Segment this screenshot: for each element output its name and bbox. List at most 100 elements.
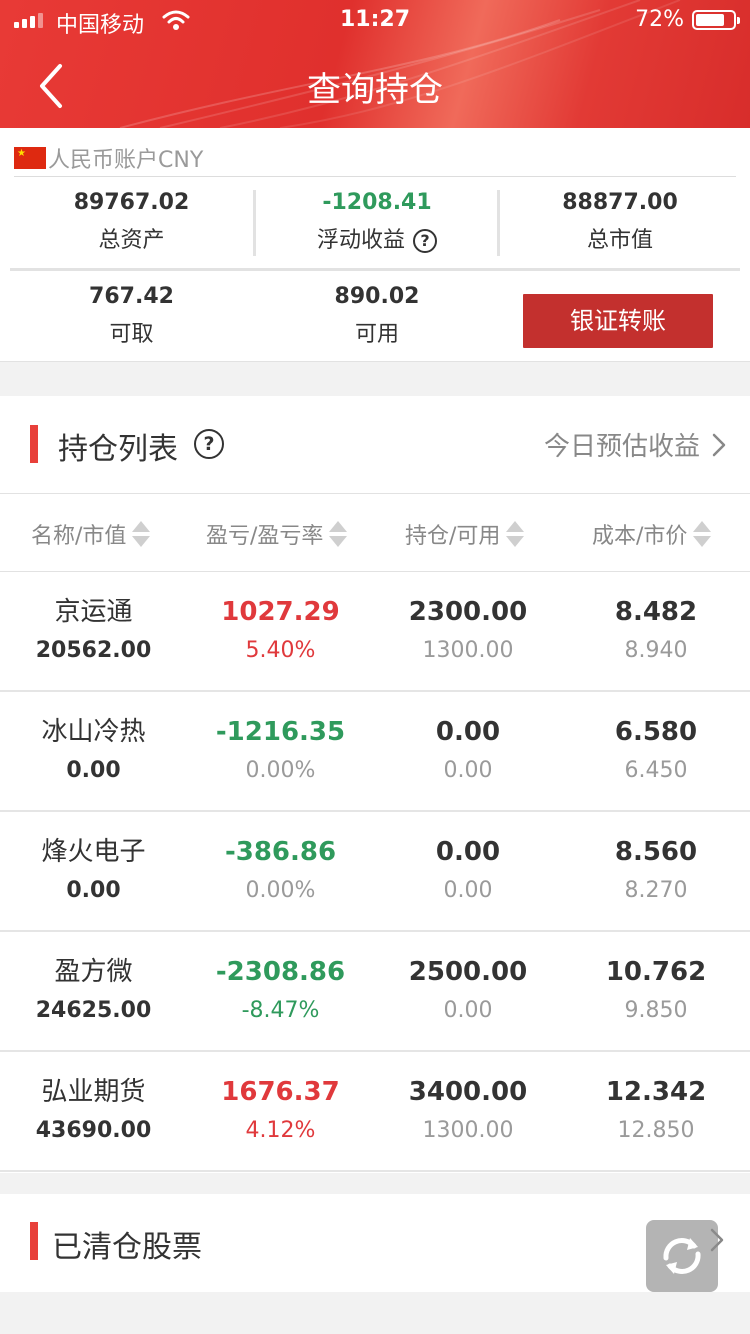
name-cell: 烽火电子 0.00 (0, 834, 187, 909)
available-value: 0.00 (443, 998, 493, 1023)
floating-pnl-label-wrap: 浮动收益? (256, 226, 498, 256)
refresh-button[interactable] (646, 1220, 718, 1292)
cost-price-cell: 10.762 9.850 (562, 954, 750, 1029)
table-row[interactable]: 盈方微 24625.00 -2308.86 -8.47% 2500.00 0.00 10.7… (0, 932, 750, 1052)
page-title: 查询持仓 (307, 70, 443, 110)
status-bar: 中国移动 11:27 72% (0, 0, 750, 40)
column-label: 成本/市价 (592, 524, 688, 549)
total-assets-value: 89767.02 (73, 190, 190, 215)
position-cell: 0.00 0.00 (374, 834, 562, 909)
available-value: 0.00 (443, 758, 493, 783)
market-value: 24625.00 (35, 998, 152, 1023)
market-value: 0.00 (66, 878, 121, 903)
price-value: 9.850 (624, 998, 688, 1023)
pnl-value: -1216.35 (215, 717, 346, 747)
account-panel: ★ 人民币账户CNY 89767.02 总资产 -1208.41 浮动收益? 8… (0, 128, 750, 362)
total-assets-label: 总资产 (98, 228, 165, 253)
pnl-cell: -386.86 0.00% (187, 834, 374, 909)
price-value: 6.450 (624, 758, 688, 783)
cost-price-cell: 8.482 8.940 (562, 594, 750, 669)
name-cell: 弘业期货 43690.00 (0, 1074, 187, 1149)
market-value-value: 88877.00 (562, 190, 678, 215)
cost-value: 12.342 (605, 1077, 707, 1107)
help-icon[interactable]: ? (413, 229, 437, 253)
cost-price-cell: 12.342 12.850 (562, 1074, 750, 1149)
help-icon[interactable]: ? (194, 429, 224, 459)
cleared-stocks-section[interactable]: 已清仓股票 (0, 1194, 750, 1292)
sort-icon (693, 520, 712, 548)
cost-value: 8.560 (614, 837, 698, 867)
pnl-rate: 4.12% (245, 1118, 316, 1143)
column-label: 名称/市值 (31, 524, 127, 549)
position-value: 0.00 (435, 717, 501, 747)
holdings-section: 持仓列表 ? 今日预估收益 名称/市值 盈亏/盈亏率 持仓/可用 成本/市价 京… (0, 396, 750, 1173)
market-value: 43690.00 (35, 1118, 152, 1143)
account-label: 人民币账户CNY (48, 148, 204, 173)
cost-price-cell: 6.580 6.450 (562, 714, 750, 789)
price-value: 12.850 (617, 1118, 695, 1143)
sort-pnl[interactable]: 盈亏/盈亏率 (206, 518, 348, 550)
cn-flag-icon: ★ (14, 147, 46, 169)
section-accent-bar (30, 425, 38, 463)
available-value: 1300.00 (422, 638, 514, 663)
name-cell: 冰山冷热 0.00 (0, 714, 187, 789)
pnl-value: 1676.37 (221, 1077, 340, 1107)
available: 890.02 可用 (256, 282, 498, 350)
today-estimate-link[interactable]: 今日预估收益 (544, 426, 726, 463)
pnl-cell: -2308.86 -8.47% (187, 954, 374, 1029)
pnl-rate: -8.47% (241, 998, 320, 1023)
cost-value: 8.482 (614, 597, 698, 627)
available-value: 890.02 (334, 284, 420, 309)
sort-name-value[interactable]: 名称/市值 (31, 518, 151, 550)
total-assets: 89767.02 总资产 (10, 188, 253, 256)
table-row[interactable]: 弘业期货 43690.00 1676.37 4.12% 3400.00 1300.00 12… (0, 1052, 750, 1172)
table-row[interactable]: 烽火电子 0.00 -386.86 0.00% 0.00 0.00 8.560 8.270 (0, 812, 750, 932)
position-value: 3400.00 (408, 1077, 528, 1107)
pnl-cell: -1216.35 0.00% (187, 714, 374, 789)
pnl-value: -2308.86 (215, 957, 346, 987)
available-label: 可用 (354, 322, 399, 347)
floating-pnl-label: 浮动收益 (316, 228, 405, 253)
cost-price-cell: 8.560 8.270 (562, 834, 750, 909)
sort-position[interactable]: 持仓/可用 (405, 518, 525, 550)
market-value: 0.00 (66, 758, 121, 783)
market-value: 88877.00 总市值 (500, 188, 740, 256)
price-value: 8.270 (624, 878, 688, 903)
divider (14, 176, 736, 177)
pnl-value: 1027.29 (221, 597, 340, 627)
floating-pnl-value: -1208.41 (322, 190, 432, 215)
market-value-label: 总市值 (586, 228, 653, 253)
available-value: 0.00 (443, 878, 493, 903)
name-cell: 盈方微 24625.00 (0, 954, 187, 1029)
nav-header: 中国移动 11:27 72% 查询持仓 (0, 0, 750, 128)
withdrawable-value: 767.42 (89, 284, 174, 309)
battery-icon (692, 10, 740, 30)
sort-icon (329, 520, 348, 548)
stock-name: 盈方微 (54, 957, 133, 987)
table-header: 名称/市值 盈亏/盈亏率 持仓/可用 成本/市价 (0, 494, 750, 572)
pnl-rate: 5.40% (245, 638, 316, 663)
section-accent-bar (30, 1222, 38, 1260)
pnl-cell: 1027.29 5.40% (187, 594, 374, 669)
stock-name: 弘业期货 (41, 1077, 146, 1107)
divider (10, 268, 740, 271)
sort-icon (506, 520, 525, 548)
name-cell: 京运通 20562.00 (0, 594, 187, 669)
pnl-rate: 0.00% (245, 758, 316, 783)
table-row[interactable]: 京运通 20562.00 1027.29 5.40% 2300.00 1300.00 8.4… (0, 572, 750, 692)
market-value: 20562.00 (35, 638, 152, 663)
price-value: 8.940 (624, 638, 688, 663)
available-value: 1300.00 (422, 1118, 514, 1143)
position-cell: 3400.00 1300.00 (374, 1074, 562, 1149)
sort-cost-price[interactable]: 成本/市价 (592, 518, 712, 550)
pnl-rate: 0.00% (245, 878, 316, 903)
stock-name: 冰山冷热 (41, 717, 146, 747)
position-value: 2300.00 (408, 597, 528, 627)
position-cell: 2500.00 0.00 (374, 954, 562, 1029)
bank-securities-transfer-button[interactable]: 银证转账 (523, 294, 713, 348)
table-row[interactable]: 冰山冷热 0.00 -1216.35 0.00% 0.00 0.00 6.580 6.450 (0, 692, 750, 812)
sort-icon (132, 520, 151, 548)
holdings-header: 持仓列表 ? 今日预估收益 (0, 396, 750, 494)
withdrawable-label: 可取 (109, 322, 154, 347)
cleared-stocks-title: 已清仓股票 (52, 1230, 202, 1265)
